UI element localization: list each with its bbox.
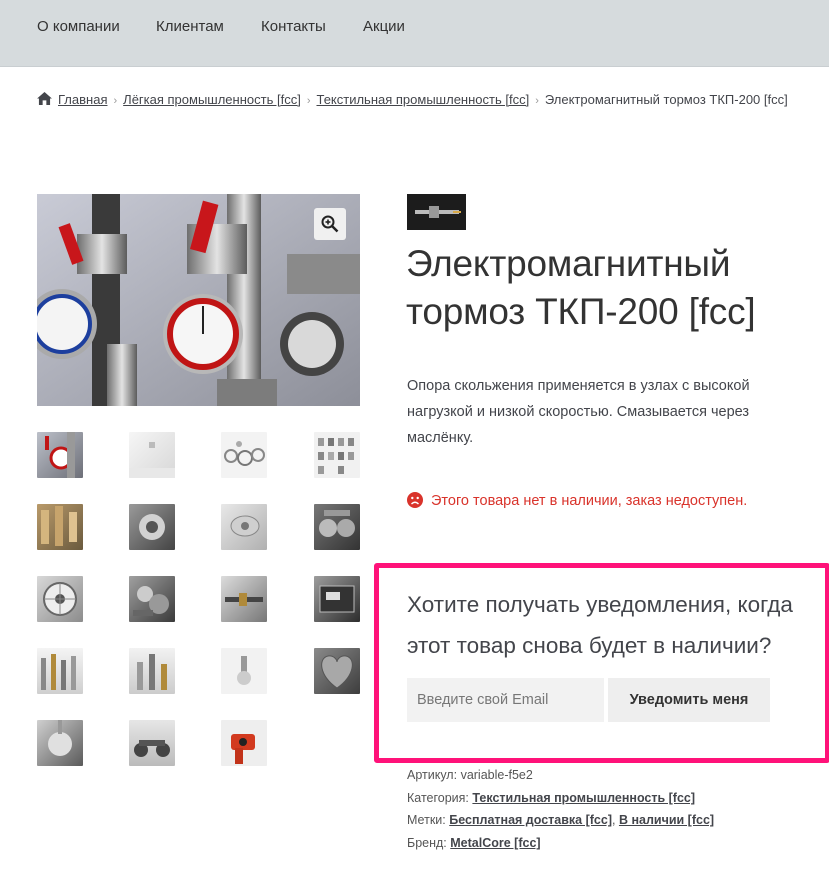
nav-item-clients[interactable]: Клиентам <box>156 17 224 37</box>
top-navigation: О компании Клиентам Контакты Акции <box>0 0 829 67</box>
breadcrumb-home[interactable]: Главная <box>58 92 107 107</box>
sad-face-icon <box>407 492 423 508</box>
product-tags: Метки: Бесплатная доставка [fcc], В нали… <box>407 813 715 827</box>
breadcrumb: Главная › Лёгкая промышленность [fcc] › Текс… <box>37 92 788 109</box>
chevron-right-icon: › <box>535 95 539 107</box>
gallery-thumbnail[interactable] <box>314 432 360 478</box>
sku-label: Артикул: <box>407 768 458 782</box>
product-title: Электромагнитный тормоз ТКП-200 [fcc] <box>406 240 786 336</box>
gallery-thumbnail[interactable] <box>129 432 175 478</box>
chevron-right-icon: › <box>113 95 118 107</box>
product-description: Опора скольжения применяется в узлах с в… <box>407 378 750 446</box>
gallery-thumbnail[interactable] <box>129 576 175 622</box>
gallery-thumbnail[interactable] <box>37 432 83 478</box>
gallery-thumbnail[interactable] <box>221 648 267 694</box>
gallery-thumbnail[interactable] <box>129 720 175 766</box>
gallery-thumbnail[interactable] <box>221 720 267 766</box>
stock-status-text: Этого товара нет в наличии, заказ недост… <box>431 493 748 509</box>
gallery-thumbnail[interactable] <box>221 432 267 478</box>
stock-status-message: Этого товара нет в наличии, заказ недост… <box>407 491 747 511</box>
brand-link[interactable]: MetalCore [fcc] <box>450 836 540 850</box>
gallery-thumbnail[interactable] <box>314 648 360 694</box>
product-title-line-1: Электромагнитный <box>406 243 731 284</box>
nav-item-promotions[interactable]: Акции <box>363 17 405 37</box>
notify-me-button[interactable]: Уведомить меня <box>608 678 770 722</box>
gallery-thumbnail[interactable] <box>221 504 267 550</box>
zoom-button[interactable] <box>314 208 346 240</box>
product-main-image[interactable] <box>37 194 360 406</box>
breadcrumb-current: Электромагнитный тормоз ТКП-200 [fcc] <box>544 92 788 107</box>
brand-label: Бренд: <box>407 836 447 850</box>
gallery-thumbnail[interactable] <box>37 504 83 550</box>
breadcrumb-light-industry[interactable]: Лёгкая промышленность [fcc] <box>123 92 301 107</box>
product-brand: Бренд: MetalCore [fcc] <box>407 835 541 851</box>
gallery-thumbnail[interactable] <box>129 504 175 550</box>
gallery-thumbnail[interactable] <box>129 648 175 694</box>
home-icon <box>37 92 52 105</box>
notify-heading: Хотите получать уведомления, когда этот … <box>407 592 793 658</box>
gallery-thumbnail[interactable] <box>314 504 360 550</box>
gallery-thumbnail[interactable] <box>37 576 83 622</box>
tag-link-free-delivery[interactable]: Бесплатная доставка [fcc] <box>449 813 612 827</box>
gallery-thumbnail[interactable] <box>37 720 83 766</box>
tags-label: Метки: <box>407 813 446 827</box>
product-title-line-2: тормоз ТКП-200 [fcc] <box>406 291 756 332</box>
tag-link-in-stock[interactable]: В наличии [fcc] <box>619 813 714 827</box>
gallery-thumbnail[interactable] <box>221 576 267 622</box>
product-preview-image <box>407 194 466 230</box>
category-link[interactable]: Текстильная промышленность [fcc] <box>472 791 695 805</box>
email-input[interactable] <box>407 678 604 722</box>
product-category: Категория: Текстильная промышленность [f… <box>407 790 695 806</box>
gallery-thumbnail[interactable] <box>37 648 83 694</box>
gallery-thumbnail[interactable] <box>314 576 360 622</box>
nav-item-about[interactable]: О компании <box>37 17 120 37</box>
sku-value: variable-f5e2 <box>460 768 533 782</box>
chevron-right-icon: › <box>306 95 311 107</box>
nav-item-contacts[interactable]: Контакты <box>261 17 326 37</box>
breadcrumb-textile-industry[interactable]: Текстильная промышленность [fcc] <box>316 92 529 107</box>
product-sku: Артикул: variable-f5e2 <box>407 767 533 783</box>
category-label: Категория: <box>407 791 469 805</box>
zoom-in-icon <box>321 215 339 233</box>
